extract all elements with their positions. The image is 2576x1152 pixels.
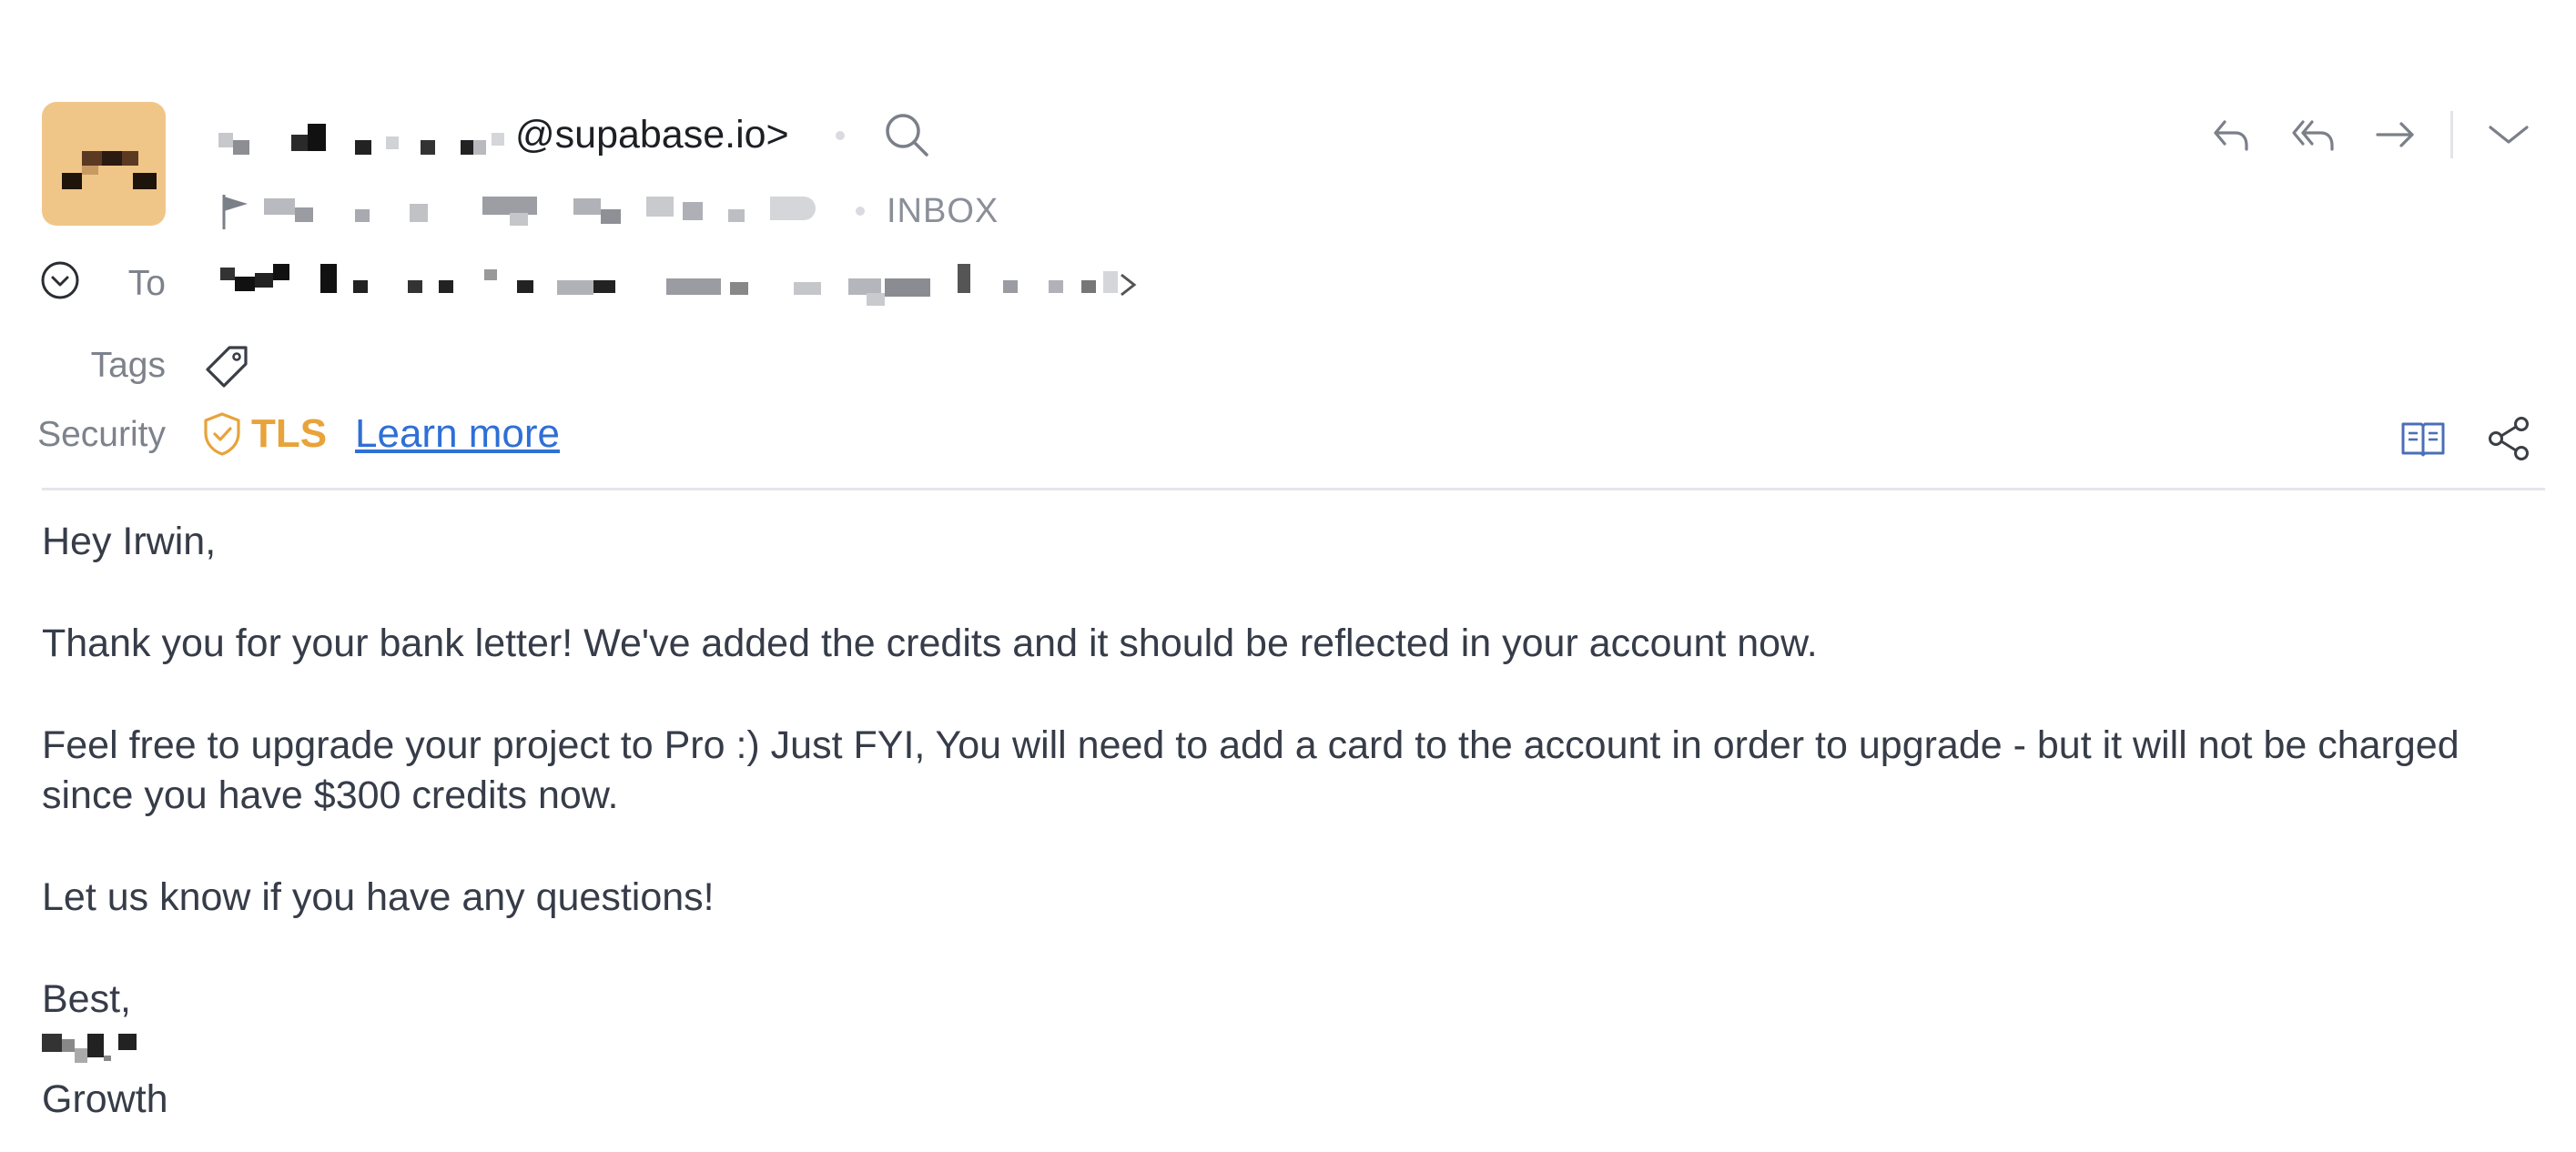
paragraph-2: Feel free to upgrade your project to Pro… — [42, 723, 2459, 817]
tag-icon[interactable] — [202, 342, 251, 391]
redacted-sender-name — [191, 107, 515, 162]
chevron-down-circle-icon[interactable] — [40, 260, 80, 300]
chevron-down-icon[interactable] — [2483, 109, 2534, 160]
redacted-account — [255, 187, 847, 235]
paragraph-3: Let us know if you have any questions! — [42, 875, 715, 919]
folder-label[interactable]: INBOX — [887, 192, 999, 231]
signature-title: Growth — [42, 1077, 168, 1121]
redacted-signature-name — [42, 1025, 2545, 1075]
forward-icon[interactable] — [2370, 109, 2421, 160]
message-body: Hey Irwin, Thank you for your bank lette… — [42, 517, 2545, 1125]
learn-more-link[interactable]: Learn more — [355, 411, 560, 457]
header-divider — [42, 488, 2545, 490]
toolbar-divider — [2450, 111, 2453, 158]
greeting: Hey Irwin, — [42, 520, 217, 563]
to-label: To — [127, 264, 166, 303]
folder-line: INBOX — [218, 187, 999, 235]
redacted-recipient[interactable] — [193, 260, 1140, 311]
paragraph-1: Thank you for your bank letter! We've ad… — [42, 621, 1818, 665]
separator-dot — [856, 207, 865, 216]
reply-icon[interactable] — [2206, 109, 2257, 160]
reply-all-icon[interactable] — [2288, 109, 2339, 160]
sender-email-domain[interactable]: @supabase.io> — [515, 113, 789, 157]
shield-icon — [202, 411, 242, 457]
reader-view-icon[interactable] — [2398, 413, 2449, 464]
tls-label: TLS — [251, 411, 328, 456]
security-label: Security — [37, 415, 166, 454]
sender-address: @supabase.io> — [191, 107, 789, 162]
separator-dot — [836, 131, 845, 140]
signoff: Best, — [42, 977, 131, 1021]
tags-label: Tags — [90, 346, 166, 385]
flag-icon[interactable] — [218, 191, 255, 231]
share-icon[interactable] — [2483, 413, 2534, 464]
sender-avatar — [42, 102, 166, 226]
search-icon[interactable] — [881, 109, 932, 160]
